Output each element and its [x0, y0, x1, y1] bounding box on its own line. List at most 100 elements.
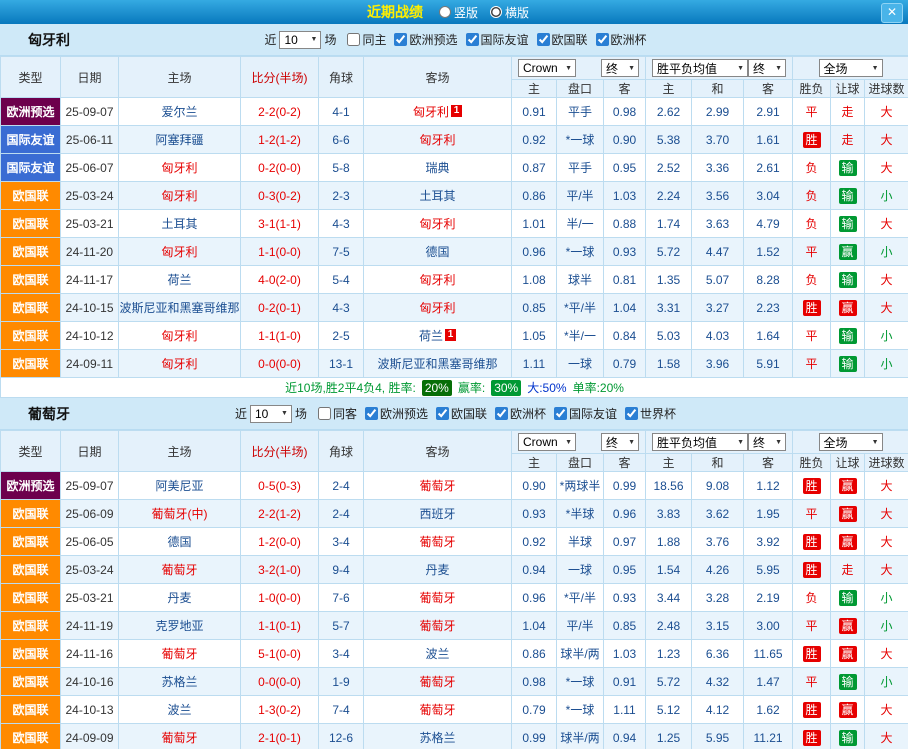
away-team-cell: 葡萄牙 — [364, 472, 512, 500]
avg-home-odds: 1.58 — [646, 350, 692, 378]
competition-checkbox[interactable]: 欧国联 — [537, 31, 588, 48]
handicap-result-cell: 赢 — [831, 612, 865, 640]
competition-checkbox[interactable]: 国际友谊 — [554, 405, 617, 422]
competition-checkbox[interactable]: 国际友谊 — [466, 31, 529, 48]
crown-away-odds: 1.03 — [604, 182, 646, 210]
home-team-cell: 波兰 — [119, 696, 241, 724]
match-row: 欧洲预选25-09-07阿美尼亚0-5(0-3)2-4葡萄牙0.90*两球半0.… — [1, 472, 908, 500]
avg-home-odds: 1.74 — [646, 210, 692, 238]
match-row: 欧国联24-10-15波斯尼亚和黑塞哥维那0-2(0-1)4-3匈牙利0.85*… — [1, 294, 908, 322]
team-label: 匈牙利 — [419, 301, 455, 315]
crown-away-odds: 0.88 — [604, 210, 646, 238]
competition-checkbox[interactable]: 同主 — [347, 31, 386, 48]
crown-odds-group-header: Crown▼ 终▼ — [512, 431, 646, 454]
score-cell: 4-0(2-0) — [241, 266, 319, 294]
crown-handicap: *平/半 — [557, 294, 604, 322]
checkbox-input[interactable] — [318, 407, 331, 420]
red-card-badge: 1 — [451, 105, 462, 117]
checkbox-input[interactable] — [596, 33, 609, 46]
avg-away-odds: 5.95 — [744, 556, 793, 584]
layout-vertical-radio-input[interactable] — [439, 6, 451, 18]
odds-source-select[interactable]: Crown▼ — [518, 433, 576, 451]
team-label: 匈牙利 — [419, 273, 455, 287]
layout-horizontal-radio[interactable]: 横版 — [490, 4, 529, 21]
date-cell: 24-10-16 — [61, 668, 119, 696]
crown-away-odds: 1.11 — [604, 696, 646, 724]
fullmatch-value: 全场 — [824, 434, 848, 451]
competition-checkbox[interactable]: 欧洲预选 — [365, 405, 428, 422]
score-cell: 0-0(0-0) — [241, 668, 319, 696]
recent-count-select[interactable]: 10▼ — [279, 31, 321, 49]
avg-away-odds: 1.61 — [744, 126, 793, 154]
chevron-down-icon: ▼ — [565, 65, 572, 72]
score-cell: 1-2(0-0) — [241, 528, 319, 556]
avg-away-odds: 11.65 — [744, 640, 793, 668]
checkbox-input[interactable] — [365, 407, 378, 420]
score-cell: 1-3(0-2) — [241, 696, 319, 724]
match-row: 欧国联24-11-16葡萄牙5-1(0-0)3-4波兰0.86球半/两1.031… — [1, 640, 908, 668]
col-result: 胜负 — [793, 80, 831, 98]
result-value: 赢 — [839, 534, 857, 550]
final-odds-select[interactable]: 终▼ — [601, 59, 639, 77]
final-avg-select[interactable]: 终▼ — [748, 59, 786, 77]
competition-checkbox[interactable]: 同客 — [318, 405, 357, 422]
avg-draw-odds: 3.15 — [692, 612, 744, 640]
home-team-cell: 苏格兰 — [119, 668, 241, 696]
crown-home-odds: 0.90 — [512, 472, 557, 500]
avg-draw-odds: 5.07 — [692, 266, 744, 294]
competition-checkbox[interactable]: 世界杯 — [625, 405, 676, 422]
checkbox-input[interactable] — [554, 407, 567, 420]
competition-checkbox[interactable]: 欧国联 — [436, 405, 487, 422]
result-value: 平 — [806, 507, 818, 521]
layout-vertical-radio[interactable]: 竖版 — [439, 4, 478, 21]
chevron-down-icon: ▼ — [281, 410, 288, 417]
result-cell: 胜 — [793, 556, 831, 584]
avg-odds-select[interactable]: 胜平负均值▼ — [652, 59, 748, 77]
col-crown-home: 主 — [512, 80, 557, 98]
checkbox-input[interactable] — [466, 33, 479, 46]
checkbox-input[interactable] — [347, 33, 360, 46]
fullmatch-select[interactable]: 全场▼ — [819, 59, 883, 77]
result-value: 大 — [881, 731, 893, 745]
result-cell: 负 — [793, 154, 831, 182]
checkbox-input[interactable] — [537, 33, 550, 46]
competition-checkbox[interactable]: 欧洲预选 — [394, 31, 457, 48]
crown-away-odds: 0.97 — [604, 528, 646, 556]
avg-home-odds: 3.44 — [646, 584, 692, 612]
col-crown-home: 主 — [512, 454, 557, 472]
team-label: 波斯尼亚和黑塞哥维那 — [377, 357, 497, 371]
avg-odds-select[interactable]: 胜平负均值▼ — [652, 433, 748, 451]
result-cell: 负 — [793, 182, 831, 210]
result-value: 大 — [881, 105, 893, 119]
col-handicap-result: 让球 — [831, 454, 865, 472]
competition-checkbox[interactable]: 欧洲杯 — [495, 405, 546, 422]
avg-away-odds: 3.92 — [744, 528, 793, 556]
avg-draw-odds: 4.12 — [692, 696, 744, 724]
crown-handicap: *平/半 — [557, 584, 604, 612]
team-label: 丹麦 — [425, 563, 449, 577]
fullmatch-select[interactable]: 全场▼ — [819, 433, 883, 451]
final-avg-select[interactable]: 终▼ — [748, 433, 786, 451]
checkbox-input[interactable] — [436, 407, 449, 420]
checkbox-input[interactable] — [394, 33, 407, 46]
result-value: 小 — [881, 357, 893, 371]
avg-odds-value: 胜平负均值 — [657, 434, 717, 451]
final-odds-value: 终 — [606, 60, 618, 77]
checkbox-input[interactable] — [625, 407, 638, 420]
team-label: 波斯尼亚和黑塞哥维那 — [119, 301, 239, 315]
odds-source-select[interactable]: Crown▼ — [518, 59, 576, 77]
date-cell: 24-09-11 — [61, 350, 119, 378]
layout-horizontal-radio-input[interactable] — [490, 6, 502, 18]
match-row: 欧国联24-11-17荷兰4-0(2-0)5-4匈牙利1.08球半0.811.3… — [1, 266, 908, 294]
crown-away-odds: 0.93 — [604, 584, 646, 612]
final-odds-select[interactable]: 终▼ — [601, 433, 639, 451]
result-cell: 胜 — [793, 126, 831, 154]
result-value: 输 — [839, 188, 857, 204]
team-label: 阿美尼亚 — [155, 479, 203, 493]
checkbox-input[interactable] — [495, 407, 508, 420]
recent-count-select[interactable]: 10▼ — [250, 405, 292, 423]
close-button[interactable]: ✕ — [881, 3, 903, 23]
home-team-cell: 荷兰 — [119, 266, 241, 294]
score-cell: 1-1(0-1) — [241, 612, 319, 640]
competition-checkbox[interactable]: 欧洲杯 — [596, 31, 647, 48]
